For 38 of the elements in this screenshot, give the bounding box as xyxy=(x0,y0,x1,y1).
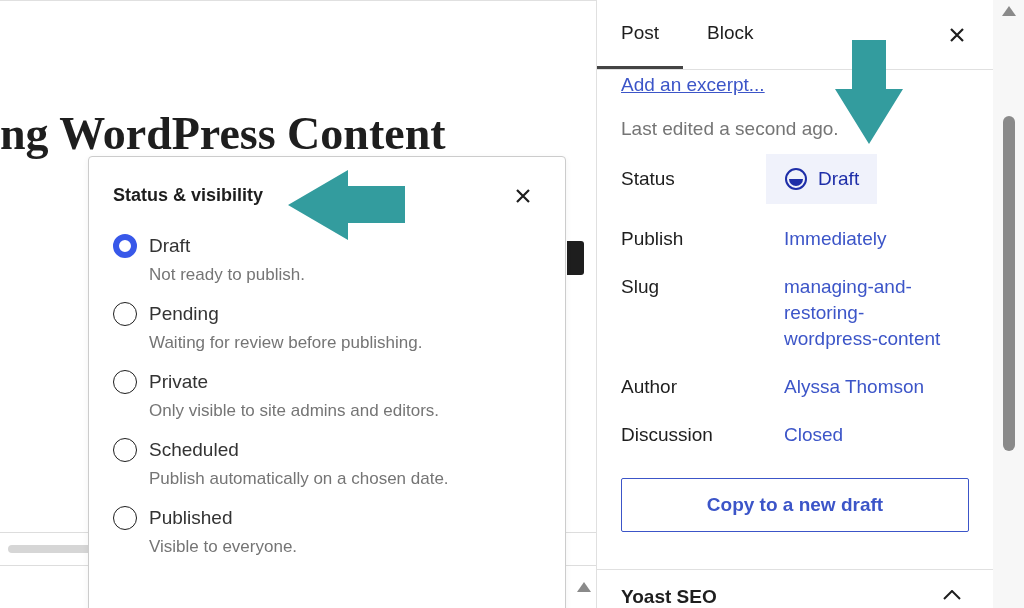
copy-draft-button[interactable]: Copy to a new draft xyxy=(621,478,969,532)
field-value-link[interactable]: Immediately xyxy=(766,226,946,252)
field-label: Slug xyxy=(621,275,661,299)
option-label: Scheduled xyxy=(149,438,240,462)
close-icon[interactable] xyxy=(949,26,965,43)
field-value-link[interactable]: managing-and-restoring-wordpress-content xyxy=(766,274,946,352)
option-label: Private xyxy=(149,370,210,394)
scroll-up-icon[interactable] xyxy=(577,582,591,592)
option-label: Published xyxy=(149,506,234,530)
option-label: Pending xyxy=(149,302,220,326)
sidebar-tab[interactable]: Post xyxy=(597,0,684,69)
field-value-link[interactable]: Closed xyxy=(766,422,946,448)
sidebar-tab[interactable]: Block xyxy=(683,0,778,69)
option-description: Not ready to publish. xyxy=(149,264,305,286)
arrow-icon xyxy=(835,40,903,144)
field-label: Discussion xyxy=(621,423,714,447)
close-icon[interactable] xyxy=(515,187,531,204)
field-value-link[interactable]: Alyssa Thomson xyxy=(766,374,946,400)
radio-button[interactable] xyxy=(113,234,137,258)
popover-title: Status & visibility xyxy=(113,185,264,206)
option-description: Only visible to site admins and editors. xyxy=(149,400,440,422)
scrollbar-thumb[interactable] xyxy=(1003,116,1015,451)
post-title: ng WordPress Content xyxy=(0,107,447,161)
half-circle-icon xyxy=(784,167,808,191)
excerpt-link[interactable]: Add an excerpt... xyxy=(621,74,765,96)
option-description: Publish automatically on a chosen date. xyxy=(149,468,449,490)
panel-title[interactable]: Yoast SEO xyxy=(621,586,717,608)
arrow-icon xyxy=(288,170,406,240)
chevron-icon[interactable] xyxy=(943,590,961,600)
scroll-up-icon[interactable] xyxy=(1002,6,1016,16)
field-label: Publish xyxy=(621,227,685,251)
last-edited-text: Last edited a second ago. xyxy=(621,118,840,140)
field-label: Author xyxy=(621,375,678,399)
option-description: Waiting for review before publishing. xyxy=(149,332,423,354)
field-label: Status xyxy=(621,168,676,190)
option-description: Visible to everyone. xyxy=(149,536,298,558)
status-button[interactable]: Draft xyxy=(766,154,878,204)
option-label: Draft xyxy=(149,234,192,258)
